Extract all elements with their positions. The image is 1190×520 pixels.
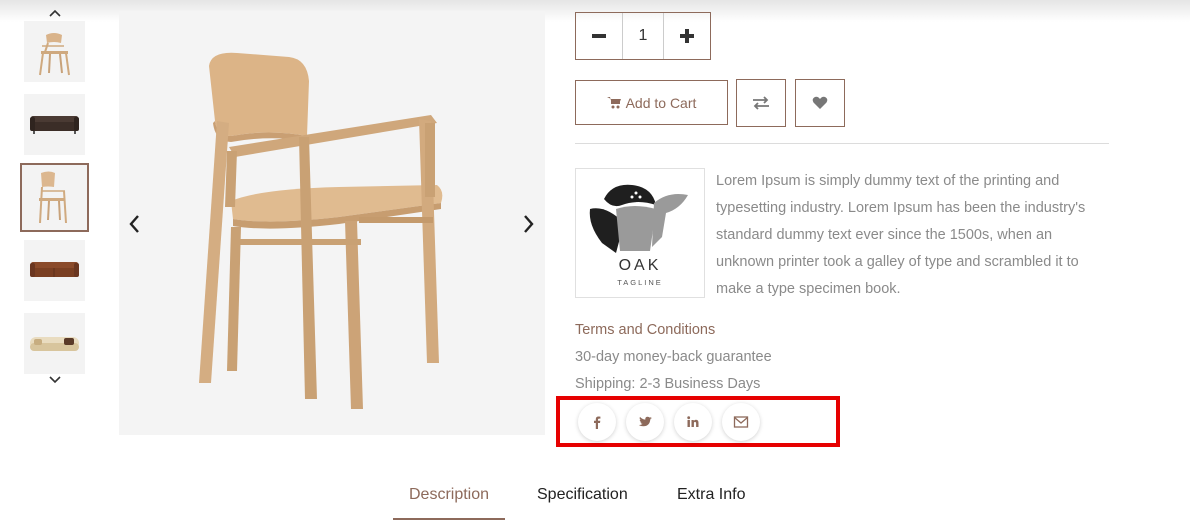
minus-icon[interactable] <box>576 13 622 59</box>
logo-tagline: TAGLINE <box>617 278 663 287</box>
linkedin-share-button[interactable] <box>674 403 712 441</box>
chevron-left-icon[interactable] <box>122 211 146 237</box>
email-icon <box>733 416 749 428</box>
logo-name: OAK <box>619 257 662 274</box>
thumbnail-sofa-dark[interactable] <box>24 94 85 155</box>
twitter-icon <box>638 416 652 427</box>
twitter-share-button[interactable] <box>626 403 664 441</box>
plus-icon[interactable] <box>664 13 710 59</box>
tab-extra-info[interactable]: Extra Info <box>677 486 745 504</box>
divider <box>575 143 1109 144</box>
facebook-share-button[interactable] <box>578 403 616 441</box>
tab-specification[interactable]: Specification <box>537 486 628 504</box>
brand-logo: OAK TAGLINE <box>575 168 705 298</box>
quantity-value[interactable]: 1 <box>622 13 664 59</box>
compare-arrows-icon <box>753 96 769 110</box>
oak-logo-image: OAK TAGLINE <box>589 184 688 287</box>
brand-description: Lorem Ipsum is simply dummy text of the … <box>716 173 1086 297</box>
add-to-cart-label: Add to Cart <box>625 94 697 111</box>
chevron-right-icon[interactable] <box>517 211 541 237</box>
quantity-stepper: 1 <box>575 12 711 60</box>
wishlist-button[interactable] <box>795 79 845 127</box>
shipping-text: Shipping: 2-3 Business Days <box>575 376 761 392</box>
main-product-image <box>119 11 545 435</box>
thumbnail-sofa-cream[interactable] <box>24 313 85 374</box>
thumbnail-chair[interactable] <box>24 21 85 82</box>
add-to-cart-button[interactable]: Add to Cart <box>575 80 728 125</box>
compare-button[interactable] <box>736 79 786 127</box>
thumbnail-chair-selected[interactable] <box>20 163 89 232</box>
shopping-cart-icon <box>606 97 621 109</box>
thumbnail-sofa-brown[interactable] <box>24 240 85 301</box>
guarantee-text: 30-day money-back guarantee <box>575 349 772 365</box>
terms-link[interactable]: Terms and Conditions <box>575 322 715 338</box>
email-share-button[interactable] <box>722 403 760 441</box>
chevron-up-icon[interactable] <box>45 6 65 20</box>
heart-icon <box>812 96 828 109</box>
chevron-down-icon[interactable] <box>45 373 65 387</box>
facebook-icon <box>594 416 601 429</box>
linkedin-icon <box>687 416 699 427</box>
chair-image <box>199 52 443 409</box>
tab-description[interactable]: Description <box>409 486 489 504</box>
